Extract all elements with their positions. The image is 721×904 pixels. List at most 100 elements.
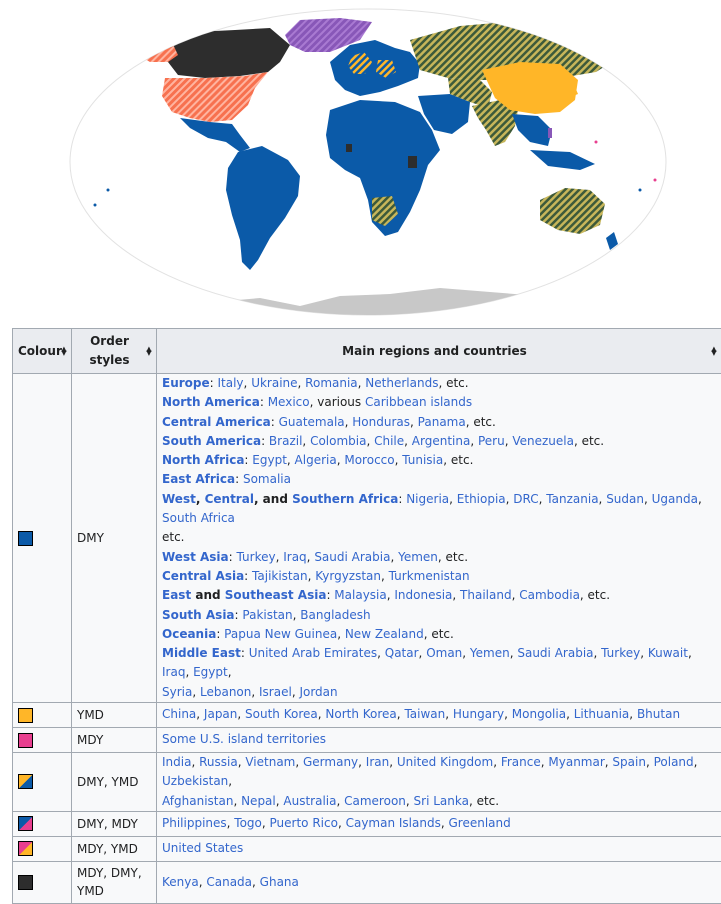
country-link[interactable]: Taiwan: [404, 707, 445, 721]
country-link[interactable]: Venezuela: [512, 434, 574, 448]
country-link[interactable]: Sri Lanka: [414, 794, 469, 808]
country-link[interactable]: Papua New Guinea: [224, 627, 337, 641]
country-link[interactable]: Colombia: [310, 434, 366, 448]
country-link[interactable]: Somalia: [243, 472, 291, 486]
country-link[interactable]: Mongolia: [512, 707, 566, 721]
country-link[interactable]: Greenland: [448, 816, 510, 830]
country-link[interactable]: Bhutan: [637, 707, 680, 721]
sort-icon[interactable]: ▲▼: [711, 347, 717, 355]
country-link[interactable]: Russia: [199, 755, 238, 769]
country-link[interactable]: Mexico: [268, 395, 310, 409]
country-link[interactable]: Tunisia: [402, 453, 443, 467]
country-link[interactable]: Spain: [612, 755, 646, 769]
country-link[interactable]: India: [162, 755, 191, 769]
country-link[interactable]: Yemen: [470, 646, 510, 660]
country-link[interactable]: Iraq: [162, 665, 185, 679]
country-link[interactable]: United Kingdom: [397, 755, 493, 769]
country-link[interactable]: Kuwait: [648, 646, 688, 660]
country-link[interactable]: Philippines: [162, 816, 227, 830]
country-link[interactable]: Chile: [374, 434, 404, 448]
country-link[interactable]: DRC: [513, 492, 538, 506]
country-link[interactable]: Turkey: [601, 646, 640, 660]
country-link[interactable]: Saudi Arabia: [517, 646, 593, 660]
region-label-link[interactable]: South Asia: [162, 608, 235, 622]
country-link[interactable]: South Korea: [245, 707, 318, 721]
country-link[interactable]: Vietnam: [245, 755, 295, 769]
country-link[interactable]: Kenya: [162, 875, 199, 889]
region-label-link[interactable]: East: [162, 588, 191, 602]
country-link[interactable]: Ukraine: [251, 376, 297, 390]
country-link[interactable]: Oman: [426, 646, 462, 660]
country-link[interactable]: Thailand: [460, 588, 512, 602]
country-link[interactable]: Poland: [654, 755, 694, 769]
region-label-link[interactable]: Middle East: [162, 646, 241, 660]
country-link[interactable]: Australia: [283, 794, 336, 808]
region-label-link[interactable]: West: [162, 492, 196, 506]
country-link[interactable]: Malaysia: [334, 588, 386, 602]
country-link[interactable]: Tajikistan: [252, 569, 308, 583]
country-link[interactable]: Yemen: [398, 550, 438, 564]
country-link[interactable]: Syria: [162, 685, 192, 699]
country-link[interactable]: Peru: [478, 434, 505, 448]
sort-icon[interactable]: ▲▼: [146, 347, 152, 355]
country-link[interactable]: Tanzania: [546, 492, 598, 506]
country-link[interactable]: Some U.S. island territories: [162, 732, 326, 746]
region-label-link[interactable]: South America: [162, 434, 261, 448]
region-label-link[interactable]: Central: [205, 492, 254, 506]
country-link[interactable]: Cambodia: [519, 588, 580, 602]
country-link[interactable]: Japan: [204, 707, 237, 721]
country-link[interactable]: Uzbekistan: [162, 774, 228, 788]
country-link[interactable]: Iraq: [283, 550, 306, 564]
country-link[interactable]: Italy: [218, 376, 244, 390]
country-link[interactable]: Canada: [206, 875, 252, 889]
country-link[interactable]: Germany: [303, 755, 358, 769]
region-label-link[interactable]: Southeast Asia: [225, 588, 327, 602]
country-link[interactable]: Guatemala: [279, 415, 345, 429]
country-link[interactable]: North Korea: [325, 707, 396, 721]
country-link[interactable]: United States: [162, 841, 243, 855]
country-link[interactable]: Hungary: [453, 707, 504, 721]
country-link[interactable]: France: [501, 755, 541, 769]
country-link[interactable]: Panama: [418, 415, 466, 429]
country-link[interactable]: Lithuania: [574, 707, 630, 721]
country-link[interactable]: Netherlands: [365, 376, 438, 390]
country-link[interactable]: Caribbean islands: [365, 395, 472, 409]
country-link[interactable]: Myanmar: [548, 755, 604, 769]
region-label-link[interactable]: West Asia: [162, 550, 229, 564]
country-link[interactable]: Honduras: [352, 415, 410, 429]
country-link[interactable]: Jordan: [299, 685, 337, 699]
column-header-regions[interactable]: Main regions and countries ▲▼: [157, 329, 721, 374]
country-link[interactable]: Kyrgyzstan: [315, 569, 381, 583]
country-link[interactable]: Ghana: [260, 875, 299, 889]
country-link[interactable]: Israel: [259, 685, 292, 699]
country-link[interactable]: Nigeria: [406, 492, 449, 506]
country-link[interactable]: Uganda: [652, 492, 698, 506]
country-link[interactable]: Sudan: [606, 492, 644, 506]
country-link[interactable]: United Arab Emirates: [249, 646, 377, 660]
column-header-colour[interactable]: Colour ▲▼: [13, 329, 72, 374]
country-link[interactable]: Togo: [234, 816, 262, 830]
country-link[interactable]: Saudi Arabia: [314, 550, 390, 564]
country-link[interactable]: Turkey: [237, 550, 276, 564]
country-link[interactable]: Bangladesh: [300, 608, 370, 622]
country-link[interactable]: South Africa: [162, 511, 235, 525]
region-label-link[interactable]: North America: [162, 395, 260, 409]
country-link[interactable]: Argentina: [412, 434, 471, 448]
country-link[interactable]: Lebanon: [200, 685, 251, 699]
country-link[interactable]: Iran: [366, 755, 389, 769]
country-link[interactable]: Nepal: [241, 794, 276, 808]
country-link[interactable]: Ethiopia: [457, 492, 506, 506]
country-link[interactable]: Romania: [305, 376, 357, 390]
country-link[interactable]: Puerto Rico: [270, 816, 338, 830]
region-label-link[interactable]: Europe: [162, 376, 210, 390]
country-link[interactable]: New Zealand: [345, 627, 424, 641]
country-link[interactable]: Morocco: [344, 453, 394, 467]
country-link[interactable]: Cameroon: [344, 794, 406, 808]
region-label-link[interactable]: Central America: [162, 415, 271, 429]
region-label-link[interactable]: Southern Africa: [292, 492, 398, 506]
region-label-link[interactable]: North Africa: [162, 453, 244, 467]
country-link[interactable]: Egypt: [193, 665, 228, 679]
country-link[interactable]: Algeria: [295, 453, 337, 467]
region-label-link[interactable]: East Africa: [162, 472, 235, 486]
region-label-link[interactable]: Central Asia: [162, 569, 244, 583]
